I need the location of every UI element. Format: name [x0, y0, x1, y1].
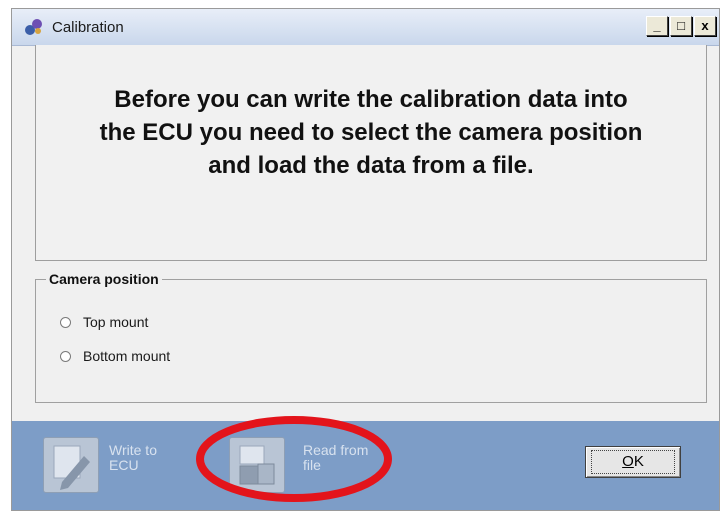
- read-from-file-button[interactable]: [229, 437, 285, 493]
- minimize-button[interactable]: _: [646, 16, 668, 36]
- window-title: Calibration: [52, 19, 124, 36]
- calibration-window: Calibration _ □ x Before you can write t…: [11, 8, 720, 511]
- top-mount-option[interactable]: Top mount: [60, 314, 148, 330]
- app-icon: [25, 19, 42, 35]
- write-to-ecu-label-line-2: ECU: [109, 457, 139, 473]
- read-from-file-label[interactable]: Read from file: [303, 443, 393, 473]
- top-mount-label[interactable]: Top mount: [83, 314, 148, 330]
- camera-position-legend: Camera position: [46, 271, 162, 287]
- title-bar[interactable]: Calibration _ □ x: [12, 9, 719, 46]
- ok-button[interactable]: OK: [585, 446, 681, 478]
- write-to-ecu-button[interactable]: [43, 437, 99, 493]
- ok-button-label: OK: [591, 450, 675, 474]
- top-mount-radio[interactable]: [60, 316, 71, 328]
- instruction-panel: Before you can write the calibration dat…: [35, 45, 707, 261]
- bottom-mount-label[interactable]: Bottom mount: [83, 348, 170, 364]
- instruction-line-1: Before you can write the calibration dat…: [114, 86, 628, 113]
- ok-accelerator: O: [622, 453, 634, 470]
- action-bar: Write to ECU Read from file OK: [12, 421, 719, 510]
- document-folder-icon: [239, 445, 275, 485]
- bottom-mount-option[interactable]: Bottom mount: [60, 348, 170, 364]
- write-to-ecu-label[interactable]: Write to ECU: [109, 443, 199, 473]
- close-button[interactable]: x: [694, 16, 716, 36]
- camera-position-group: Camera position Top mount Bottom mount: [35, 271, 707, 403]
- read-from-file-label-line-1: Read from: [303, 442, 369, 458]
- bottom-mount-radio[interactable]: [60, 350, 71, 362]
- instruction-message: Before you can write the calibration dat…: [36, 83, 706, 182]
- pencil-page-icon: [53, 445, 90, 490]
- ok-label-rest: K: [633, 453, 644, 470]
- instruction-line-3: and load the data from a file.: [208, 152, 534, 179]
- read-from-file-label-line-2: file: [303, 457, 321, 473]
- maximize-button[interactable]: □: [670, 16, 692, 36]
- write-to-ecu-label-line-1: Write to: [109, 442, 157, 458]
- instruction-line-2: the ECU you need to select the camera po…: [99, 119, 643, 146]
